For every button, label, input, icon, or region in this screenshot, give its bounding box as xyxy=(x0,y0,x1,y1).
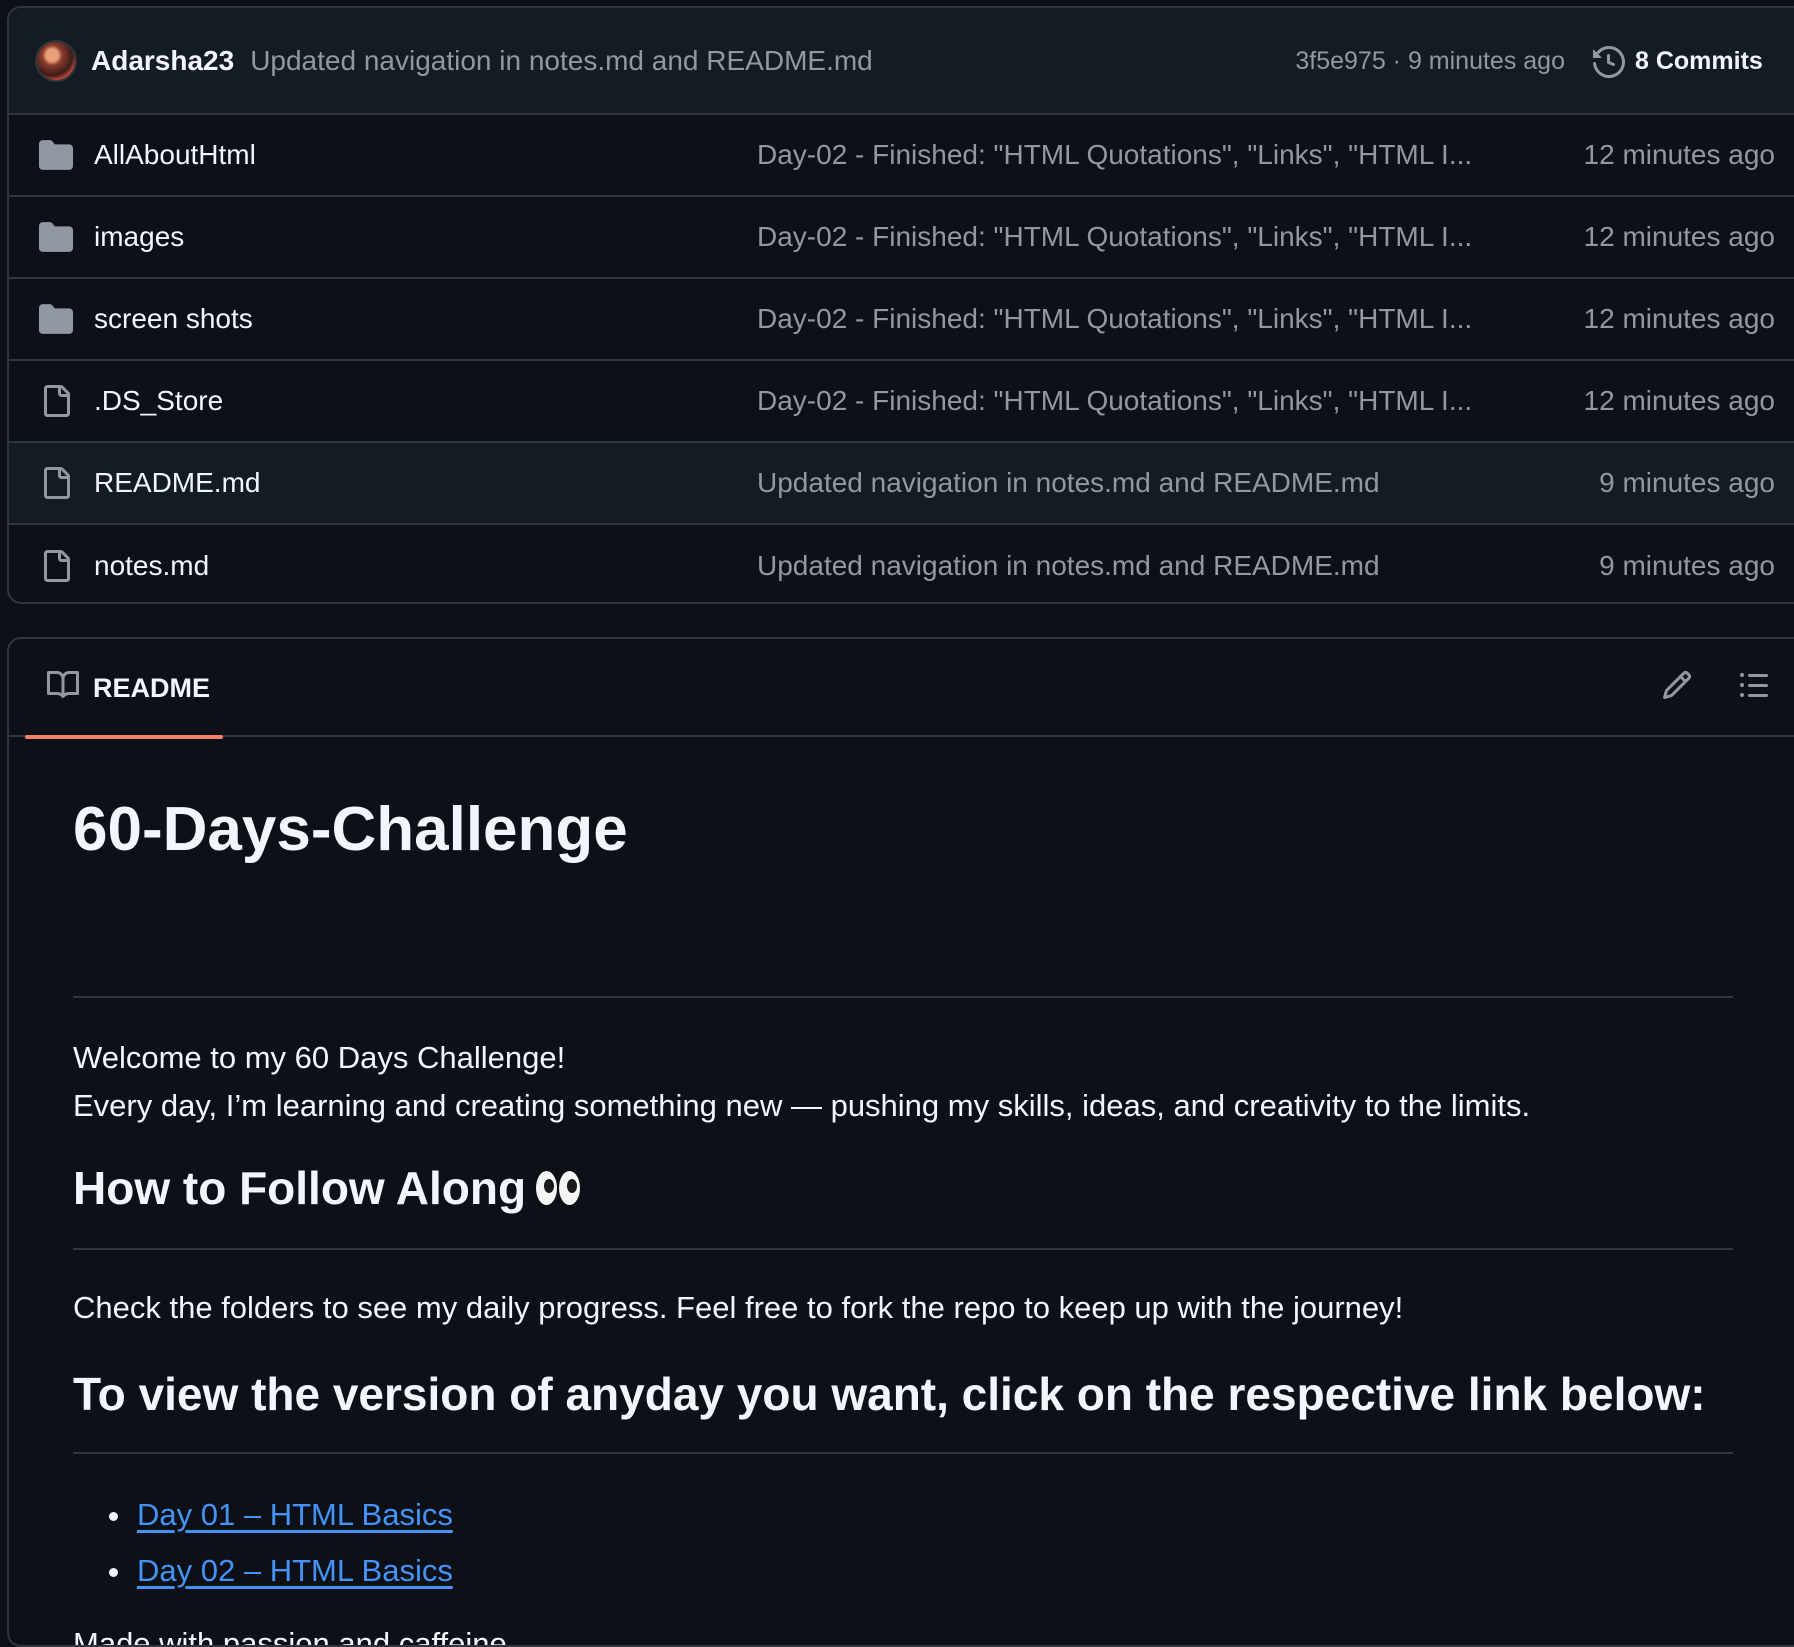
file-row[interactable]: .DS_Store Day-02 - Finished: "HTML Quotat… xyxy=(9,361,1794,443)
list-icon xyxy=(1738,669,1770,706)
folder-icon xyxy=(39,220,73,254)
commits-history-link[interactable]: 8 Commits xyxy=(1593,8,1763,115)
file-name-link[interactable]: images xyxy=(94,221,184,253)
file-commit-message[interactable]: Updated navigation in notes.md and READM… xyxy=(757,467,1517,499)
list-item: Day 01 – HTML Basics xyxy=(73,1487,453,1543)
edit-readme-button[interactable] xyxy=(1659,669,1695,705)
file-row[interactable]: notes.md Updated navigation in notes.md a… xyxy=(9,525,1794,602)
file-row[interactable]: images Day-02 - Finished: "HTML Quotation… xyxy=(9,197,1794,279)
file-browser: Adarsha23 Updated navigation in notes.md… xyxy=(7,6,1794,604)
readme-title: 60-Days-Challenge xyxy=(73,795,628,864)
file-commit-message[interactable]: Day-02 - Finished: "HTML Quotations", "L… xyxy=(757,221,1517,253)
day-links-list: Day 01 – HTML Basics Day 02 – HTML Basic… xyxy=(73,1487,453,1599)
pencil-icon xyxy=(1661,669,1693,706)
file-name-link[interactable]: README.md xyxy=(94,467,260,499)
file-commit-time: 9 minutes ago xyxy=(1599,550,1775,581)
heading-view-version: To view the version of anyday you want, … xyxy=(73,1368,1706,1420)
follow-text: Check the folders to see my daily progre… xyxy=(73,1290,1404,1325)
file-commit-time: 12 minutes ago xyxy=(1583,303,1775,334)
day-02-link[interactable]: Day 02 – HTML Basics xyxy=(137,1553,453,1588)
file-commit-message[interactable]: Day-02 - Finished: "HTML Quotations", "L… xyxy=(757,139,1517,171)
outline-button[interactable] xyxy=(1736,669,1772,705)
file-commit-time: 12 minutes ago xyxy=(1583,139,1775,170)
latest-commit-bar: Adarsha23 Updated navigation in notes.md… xyxy=(9,8,1794,115)
file-commit-time: 12 minutes ago xyxy=(1583,385,1775,416)
file-row[interactable]: screen shots Day-02 - Finished: "HTML Quo… xyxy=(9,279,1794,361)
commits-count: 8 Commits xyxy=(1635,47,1763,75)
intro-line-1: Welcome to my 60 Days Challenge! xyxy=(73,1040,566,1075)
folder-icon xyxy=(39,138,73,172)
view-divider xyxy=(73,1452,1733,1454)
file-commit-message[interactable]: Day-02 - Finished: "HTML Quotations", "L… xyxy=(757,303,1517,335)
commit-hash-time[interactable]: 3f5e975 · 9 minutes ago xyxy=(1295,8,1565,115)
file-icon xyxy=(39,549,73,583)
history-icon xyxy=(1593,45,1625,78)
list-item: Day 02 – HTML Basics xyxy=(73,1543,453,1599)
tab-readme[interactable]: README xyxy=(25,639,223,739)
tab-readme-label: README xyxy=(93,672,211,703)
folder-icon xyxy=(39,302,73,336)
file-commit-message[interactable]: Day-02 - Finished: "HTML Quotations", "L… xyxy=(757,385,1517,417)
file-commit-time: 9 minutes ago xyxy=(1599,467,1775,498)
readme-panel: README 60-Days-Challenge Welcome to my 6… xyxy=(7,637,1794,1647)
footer-text: Made with passion and caffeine xyxy=(73,1626,507,1647)
heading-follow-along: How to Follow Along xyxy=(73,1161,581,1216)
heading-follow-along-text: How to Follow Along xyxy=(73,1162,527,1214)
day-01-link[interactable]: Day 01 – HTML Basics xyxy=(137,1497,453,1532)
file-name-link[interactable]: notes.md xyxy=(94,550,209,582)
follow-divider xyxy=(73,1248,1733,1250)
readme-tabbar: README xyxy=(9,639,1794,739)
eyes-emoji-icon xyxy=(536,1170,581,1205)
file-commit-message[interactable]: Updated navigation in notes.md and READM… xyxy=(757,550,1517,582)
file-commit-time: 12 minutes ago xyxy=(1583,221,1775,252)
file-row[interactable]: AllAboutHtml Day-02 - Finished: "HTML Quo… xyxy=(9,115,1794,197)
intro-line-2: Every day, I’m learning and creating som… xyxy=(73,1088,1531,1123)
file-icon xyxy=(39,466,73,500)
file-icon xyxy=(39,384,73,418)
file-name-link[interactable]: AllAboutHtml xyxy=(94,139,256,171)
file-name-link[interactable]: .DS_Store xyxy=(94,385,223,417)
file-row[interactable]: README.md Updated navigation in notes.md … xyxy=(9,443,1794,525)
book-icon xyxy=(47,669,80,708)
author-avatar[interactable] xyxy=(35,39,77,82)
commit-author[interactable]: Adarsha23 xyxy=(91,45,234,77)
title-divider xyxy=(73,996,1733,998)
commit-message[interactable]: Updated navigation in notes.md and READM… xyxy=(250,45,873,77)
file-name-link[interactable]: screen shots xyxy=(94,303,253,335)
